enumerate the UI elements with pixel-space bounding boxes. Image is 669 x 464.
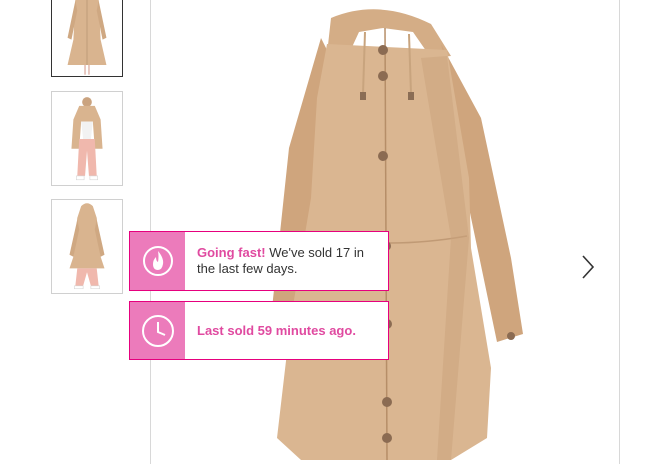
last-sold-text: Last sold 59 minutes ago. bbox=[197, 322, 356, 338]
going-fast-notice: Going fast! We've sold 17 in the last fe… bbox=[129, 231, 389, 291]
going-fast-text: Going fast! We've sold 17 in the last fe… bbox=[185, 232, 388, 290]
thumbnail-coat-front[interactable] bbox=[51, 0, 123, 77]
thumbnail-coat-back[interactable] bbox=[51, 199, 123, 294]
last-sold-notice: Last sold 59 minutes ago. bbox=[129, 301, 389, 360]
clock-icon bbox=[141, 314, 174, 347]
flame-icon-box bbox=[130, 232, 185, 290]
thumbnail-coat-worn-open[interactable] bbox=[51, 91, 123, 186]
clock-icon-box bbox=[130, 302, 185, 359]
going-fast-highlight: Going fast! bbox=[197, 245, 266, 260]
chevron-right-icon bbox=[582, 255, 595, 279]
coat-front-image bbox=[52, 0, 122, 76]
coat-worn-open-image bbox=[52, 92, 122, 185]
flame-icon bbox=[142, 246, 173, 276]
next-image-button[interactable] bbox=[576, 250, 600, 284]
coat-back-image bbox=[52, 200, 122, 293]
